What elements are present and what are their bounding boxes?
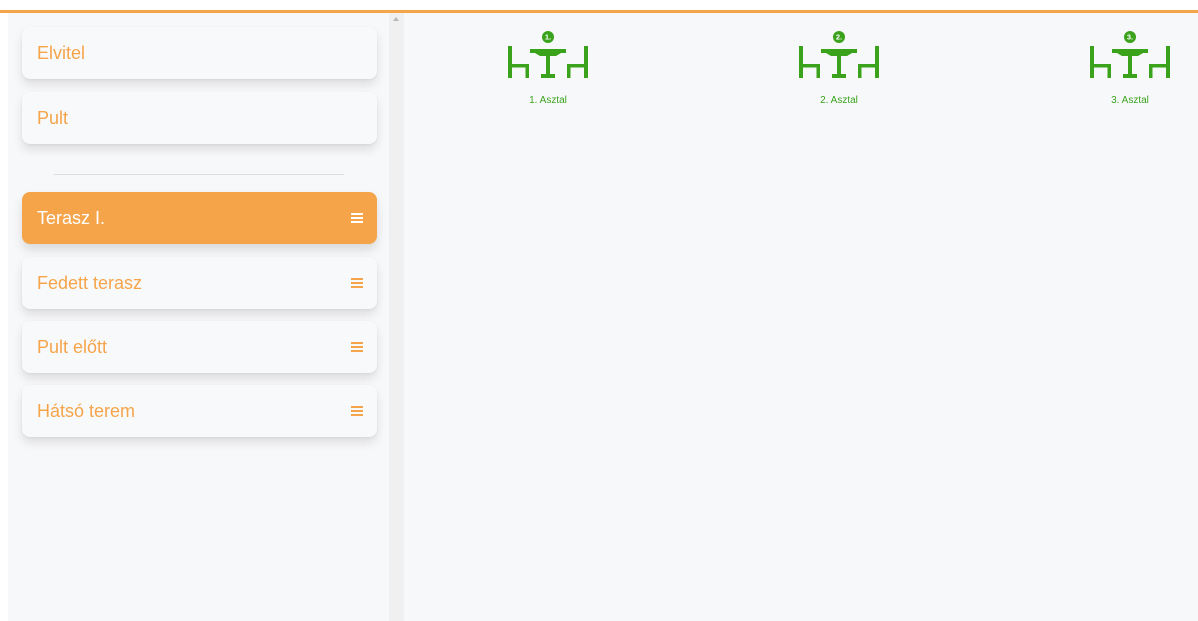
scroll-up-arrow-icon[interactable] [393, 17, 399, 21]
hamburger-icon[interactable] [351, 406, 363, 416]
table-label: 2. Asztal [820, 95, 858, 106]
dining-table-icon: 3. [1090, 31, 1170, 78]
table-item[interactable]: 3. 3. Asztal [1082, 31, 1178, 111]
sidebar-divider [54, 174, 344, 175]
section-item-hatso-terem[interactable]: Hátsó terem [22, 385, 377, 437]
hamburger-icon[interactable] [351, 213, 363, 223]
section-item-label: Terasz I. [37, 207, 106, 228]
dining-table-icon: 2. [799, 31, 879, 78]
section-item-fedett-terasz[interactable]: Fedett terasz [22, 257, 377, 309]
sidebar-scrollbar[interactable] [389, 13, 404, 621]
table-number: 3. [1127, 33, 1133, 42]
hamburger-icon[interactable] [351, 278, 363, 288]
sidebar-item-elvitel[interactable]: Elvitel [22, 27, 377, 79]
table-label: 3. Asztal [1111, 95, 1149, 106]
table-label: 1. Asztal [529, 95, 567, 106]
table-number: 1. [545, 33, 551, 42]
section-item-terasz-i[interactable]: Terasz I. [22, 192, 377, 244]
section-item-label: Pult előtt [37, 336, 108, 357]
section-item-label: Hátsó terem [37, 400, 136, 421]
section-item-pult-elott[interactable]: Pult előtt [22, 321, 377, 373]
hamburger-icon[interactable] [351, 342, 363, 352]
floor-plan-area: 1. 1. Asztal 2. 2. Asztal 3. 3. Asztal [404, 13, 1198, 621]
section-item-label: Fedett terasz [37, 272, 143, 293]
sidebar-item-pult[interactable]: Pult [22, 92, 377, 144]
table-number: 2. [836, 33, 842, 42]
table-item[interactable]: 1. 1. Asztal [500, 31, 596, 111]
sidebar: Elvitel Pult Terasz I. Fedett terasz Pul… [8, 13, 389, 621]
table-item[interactable]: 2. 2. Asztal [791, 31, 887, 111]
dining-table-icon: 1. [508, 31, 588, 78]
sidebar-item-label: Elvitel [37, 42, 86, 63]
sidebar-item-label: Pult [37, 107, 69, 128]
